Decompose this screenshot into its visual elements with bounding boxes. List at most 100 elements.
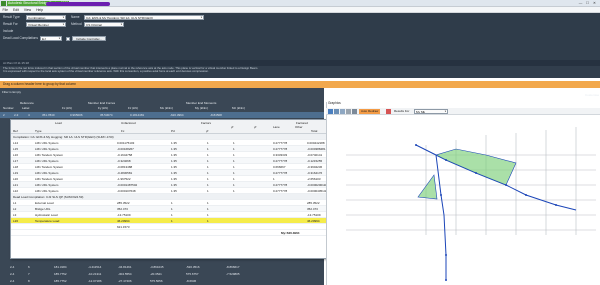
window-controls: — ☐ ✕ bbox=[577, 1, 598, 6]
table-cell: 575.6757 bbox=[186, 272, 199, 276]
table-cell: 185.7752 bbox=[54, 279, 67, 283]
result-type-label: Result Type bbox=[3, 15, 20, 19]
chevron-down-icon: ▾ bbox=[62, 16, 64, 19]
result-type-select[interactable]: Combination ▾ bbox=[26, 15, 66, 20]
column-header-number[interactable]: Number bbox=[3, 106, 14, 110]
app-icon bbox=[1, 1, 6, 6]
grid-rows: 2-4 6 181.3184 -4.411514 -34.81461 -3.861045 -… bbox=[0, 264, 324, 285]
table-cell: 2-4 bbox=[10, 272, 15, 276]
name-select[interactable]: CA: ENS & My Hogging: SR 1A: ULS STR(GEO… bbox=[84, 15, 204, 20]
description-text: The force is the net force induced in th… bbox=[0, 66, 600, 78]
view-icon[interactable] bbox=[346, 109, 351, 114]
fit-icon[interactable] bbox=[352, 109, 357, 114]
method-label: Method bbox=[71, 22, 82, 26]
popup-col-fx[interactable]: Fx bbox=[121, 129, 124, 133]
result-for-select[interactable]: Virtual Member ▾ bbox=[26, 22, 66, 27]
table-cell: -8.866617 bbox=[226, 265, 240, 269]
popup-footer-row: My=620.3964 bbox=[11, 230, 329, 236]
grid-filter-label[interactable]: Filter is Empty bbox=[2, 91, 21, 94]
method-select[interactable]: CS Original ▾ bbox=[84, 22, 124, 27]
column-header-fy[interactable]: Fy (kN) bbox=[98, 106, 108, 110]
table-cell: -7.529805 bbox=[226, 272, 240, 276]
group-by-bar[interactable]: Drag a column header here to group by th… bbox=[0, 81, 600, 88]
chevron-down-icon: ▾ bbox=[120, 23, 122, 26]
table-cell: 2-4 bbox=[10, 279, 15, 283]
table-row[interactable]: 2-4 8 185.7752 -12.07186 -27.47406 575.5056 -8… bbox=[0, 278, 324, 284]
column-header-mx[interactable]: Mx (kNm) bbox=[160, 106, 173, 110]
group-header-reference: Reference bbox=[20, 101, 34, 105]
table-cell: -12.07186 bbox=[88, 279, 102, 283]
maximize-button[interactable]: ☐ bbox=[584, 1, 591, 6]
stop-icon[interactable] bbox=[386, 109, 391, 114]
table-row[interactable]: 2-4 6 181.3184 -4.411514 -34.81461 -3.861045 -… bbox=[0, 264, 324, 270]
table-cell: -20.3521 bbox=[150, 272, 162, 276]
column-header-fx[interactable]: Fx (kN) bbox=[62, 106, 72, 110]
table-cell: 8 bbox=[28, 279, 30, 283]
column-header-mz[interactable]: Mz (kNm) bbox=[232, 106, 245, 110]
popup-col-total[interactable]: Total bbox=[311, 129, 317, 133]
popup-sub-lane: Lane bbox=[273, 125, 280, 129]
table-cell: 185.7752 bbox=[54, 272, 67, 276]
popup-sub-gf2: γf bbox=[254, 125, 257, 129]
popup-group-unfactored: Unfactored bbox=[121, 121, 136, 125]
table-cell: -520.3516 bbox=[186, 265, 200, 269]
popup-sub-gf1: γf bbox=[231, 125, 234, 129]
results-filter-panel: Result Type Combination ▾ Result For Virt… bbox=[0, 13, 600, 60]
popup-header: Load Unfactored Factors Factored γf γf L… bbox=[11, 120, 329, 134]
name-label: Name bbox=[71, 15, 80, 19]
auto-redraw-button[interactable]: Auto Redraw bbox=[359, 109, 381, 114]
column-header-my[interactable]: My (kNm) bbox=[195, 106, 208, 110]
table-cell: -27.47406 bbox=[118, 279, 132, 283]
table-row[interactable]: 2-4 7 185.7752 -10.21311 -304.5554 -20.3521 57… bbox=[0, 271, 324, 277]
table-cell: -304.5554 bbox=[118, 272, 132, 276]
popup-col-gf[interactable]: γf bbox=[206, 129, 208, 133]
chevron-down-icon: ▾ bbox=[444, 110, 446, 113]
graphics-toolbar: Auto Redraw Results For My Mk ▾ bbox=[326, 108, 600, 115]
bridge-model-view[interactable] bbox=[326, 115, 600, 285]
results-for-label: Results For bbox=[394, 109, 410, 113]
table-cell: -3.861045 bbox=[150, 265, 164, 269]
table-cell: -10.21311 bbox=[88, 272, 102, 276]
popup-col-ref[interactable]: Ref bbox=[13, 129, 18, 133]
table-cell: -8.6936 bbox=[186, 279, 197, 283]
dead-load-select[interactable]: EJ ▾ bbox=[40, 36, 62, 41]
group-header-forces: Member End Forces bbox=[88, 101, 116, 105]
include-controller-checkbox[interactable] bbox=[66, 36, 70, 41]
include-label: Include bbox=[3, 29, 14, 33]
result-for-label: Result For bbox=[3, 22, 18, 26]
table-cell: 181.3184 bbox=[54, 265, 67, 269]
popup-col-pd[interactable]: Pd bbox=[171, 129, 175, 133]
close-button[interactable]: ✕ bbox=[591, 1, 598, 6]
zoom-icon[interactable] bbox=[334, 109, 339, 114]
rotate-icon[interactable] bbox=[340, 109, 345, 114]
table-cell: -4.411514 bbox=[88, 265, 102, 269]
results-for-select[interactable]: My Mk ▾ bbox=[414, 109, 448, 114]
description-line-2: It is expressed with respect to the loca… bbox=[3, 68, 209, 73]
popup-group-factors: Factors bbox=[201, 121, 212, 125]
table-cell: 6 bbox=[28, 265, 30, 269]
column-header-label[interactable]: Label bbox=[22, 106, 29, 110]
chevron-down-icon: ▾ bbox=[58, 37, 60, 40]
popup-group-load: Load bbox=[55, 121, 62, 125]
table-cell: 2-4 bbox=[10, 265, 15, 269]
table-cell: -34.81461 bbox=[118, 265, 132, 269]
footer-value: My=620.3964 bbox=[281, 231, 300, 235]
dead-load-label: Dead Load Compilations bbox=[3, 36, 38, 40]
chevron-down-icon: ▾ bbox=[62, 23, 64, 26]
load-breakdown-popup: Load Unfactored Factors Factored γf γf L… bbox=[10, 119, 330, 259]
table-row-selected[interactable]: 2 2-3 4 351.7840 0.965006 35.53074 0.181… bbox=[0, 112, 324, 118]
redaction-scribble bbox=[46, 1, 110, 6]
chevron-down-icon: ▾ bbox=[200, 16, 202, 19]
table-cell: 7 bbox=[28, 272, 30, 276]
popup-sub-other: Other bbox=[295, 125, 303, 129]
popup-body: Compilation: CA: ENS & My Hogging: SR 1A… bbox=[11, 134, 329, 258]
table-cell: 575.5056 bbox=[150, 279, 163, 283]
customise-link[interactable]: Customise bbox=[585, 94, 599, 97]
minimize-button[interactable]: — bbox=[577, 1, 584, 6]
group-header-moments: Member End Moments bbox=[186, 101, 217, 105]
popup-col-type[interactable]: Type bbox=[35, 129, 42, 133]
include-controller-button[interactable]: Include Controller... bbox=[72, 36, 106, 41]
graphics-title: Graphics bbox=[328, 101, 341, 105]
column-header-fz[interactable]: Fz (kN) bbox=[128, 106, 138, 110]
pan-icon[interactable] bbox=[328, 109, 333, 114]
